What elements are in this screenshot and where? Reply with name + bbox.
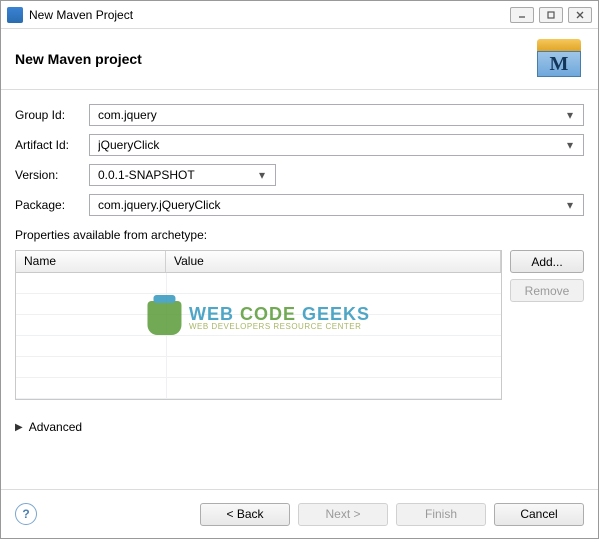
package-input[interactable] (96, 197, 563, 213)
group-id-input[interactable] (96, 107, 563, 123)
advanced-label: Advanced (29, 420, 82, 434)
version-input[interactable] (96, 167, 255, 183)
help-icon[interactable]: ? (15, 503, 37, 525)
chevron-down-icon[interactable]: ▾ (563, 198, 577, 212)
column-value[interactable]: Value (166, 251, 501, 272)
titlebar-title: New Maven Project (29, 8, 510, 22)
wizard-title: New Maven project (15, 51, 534, 67)
table-header: Name Value (16, 251, 501, 273)
titlebar: New Maven Project (1, 1, 598, 29)
chevron-down-icon[interactable]: ▾ (563, 108, 577, 122)
remove-button: Remove (510, 279, 584, 302)
close-button[interactable] (568, 7, 592, 23)
properties-buttons: Add... Remove (510, 250, 584, 400)
form-area: Group Id: ▾ Artifact Id: ▾ Version: ▾ Pa… (1, 90, 598, 490)
group-id-row: Group Id: ▾ (15, 104, 584, 126)
chevron-down-icon[interactable]: ▾ (563, 138, 577, 152)
version-field[interactable]: ▾ (89, 164, 276, 186)
finish-button: Finish (396, 503, 486, 526)
group-id-field[interactable]: ▾ (89, 104, 584, 126)
table-body[interactable]: WEB CODE GEEKS WEB DEVELOPERS RESOURCE C… (16, 273, 501, 399)
triangle-right-icon: ▶ (15, 422, 23, 433)
package-field[interactable]: ▾ (89, 194, 584, 216)
wizard-footer: ? < Back Next > Finish Cancel (1, 490, 598, 538)
artifact-id-field[interactable]: ▾ (89, 134, 584, 156)
package-row: Package: ▾ (15, 194, 584, 216)
wizard-header: New Maven project M (1, 29, 598, 90)
table-row (16, 378, 501, 399)
properties-table[interactable]: Name Value WEB CODE GEEKS WEB (15, 250, 502, 400)
version-label: Version: (15, 168, 81, 182)
column-name[interactable]: Name (16, 251, 166, 272)
artifact-id-row: Artifact Id: ▾ (15, 134, 584, 156)
app-icon (7, 7, 23, 23)
artifact-id-input[interactable] (96, 137, 563, 153)
back-button[interactable]: < Back (200, 503, 290, 526)
chevron-down-icon[interactable]: ▾ (255, 168, 269, 182)
artifact-id-label: Artifact Id: (15, 138, 81, 152)
properties-heading: Properties available from archetype: (15, 228, 584, 242)
maximize-button[interactable] (539, 7, 563, 23)
table-row (16, 273, 501, 294)
column-divider (166, 273, 167, 399)
table-row (16, 294, 501, 315)
table-row (16, 357, 501, 378)
window-controls (510, 7, 592, 23)
package-label: Package: (15, 198, 81, 212)
maven-icon: M (534, 39, 584, 79)
properties-container: Name Value WEB CODE GEEKS WEB (15, 250, 584, 400)
cancel-button[interactable]: Cancel (494, 503, 584, 526)
table-row (16, 315, 501, 336)
table-row (16, 336, 501, 357)
advanced-toggle[interactable]: ▶ Advanced (15, 420, 584, 434)
dialog-window: New Maven Project New Maven project M Gr… (0, 0, 599, 539)
add-button[interactable]: Add... (510, 250, 584, 273)
next-button: Next > (298, 503, 388, 526)
version-row: Version: ▾ (15, 164, 584, 186)
group-id-label: Group Id: (15, 108, 81, 122)
minimize-button[interactable] (510, 7, 534, 23)
